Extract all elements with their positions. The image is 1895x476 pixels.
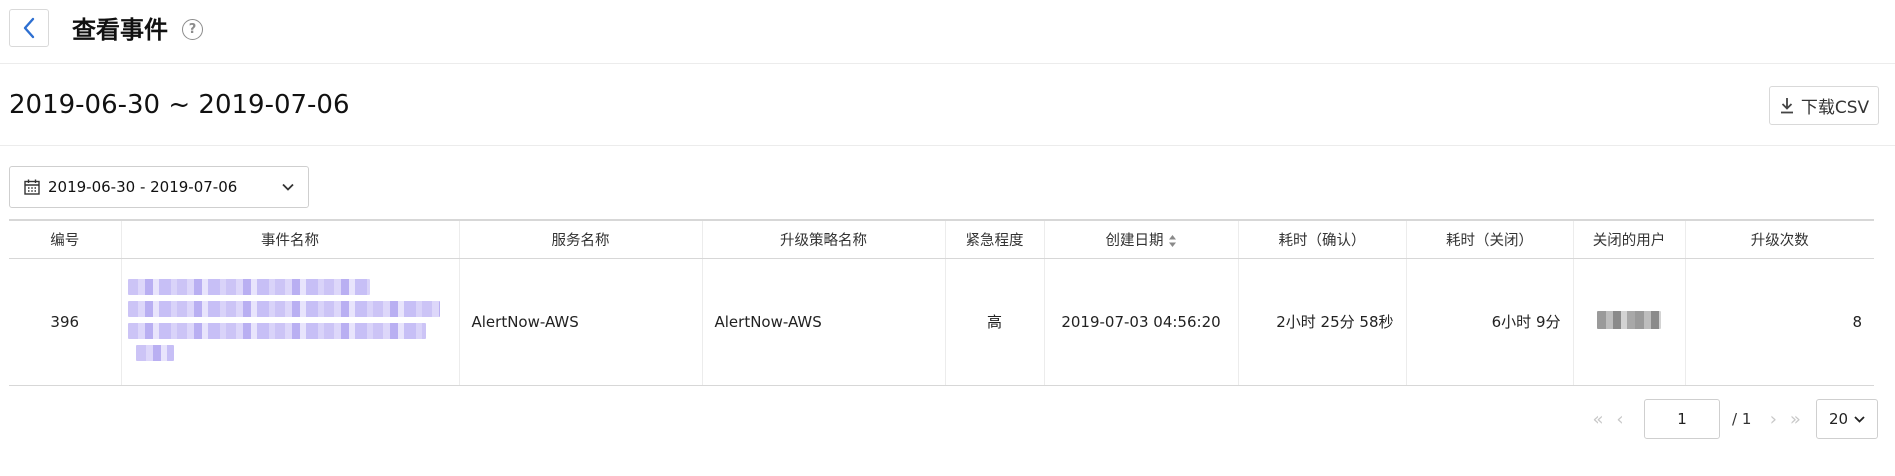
page-size-value: 20 <box>1828 410 1849 428</box>
table-row[interactable]: 396 AlertNow-AWS AlertNow-AWS 高 2019-07-… <box>9 258 1874 386</box>
col-header-created-date[interactable]: 创建日期 <box>1044 219 1239 259</box>
cell-urgency: 高 <box>945 258 1045 386</box>
chevron-left-icon <box>23 17 35 39</box>
escalation-policy-link[interactable]: AlertNow-AWS <box>702 258 946 386</box>
page-number-input[interactable] <box>1644 399 1720 439</box>
col-header-closed-by[interactable]: 关闭的用户 <box>1573 219 1686 259</box>
chevron-down-icon <box>1854 415 1865 423</box>
table-header-row: 编号 事件名称 服务名称 升级策略名称 紧急程度 创建日期 耗时（确认） 耗时（… <box>9 219 1874 259</box>
download-csv-label: 下载CSV <box>1800 98 1870 118</box>
download-csv-button[interactable]: 下载CSV <box>1769 86 1879 125</box>
col-header-created-date-label: 创建日期 <box>1105 232 1164 249</box>
next-page-icon[interactable]: › <box>1765 409 1781 430</box>
redacted-user <box>1597 310 1661 329</box>
cell-event-name[interactable] <box>121 258 460 386</box>
cell-closed-by <box>1573 258 1686 386</box>
redacted-event-name <box>127 279 459 361</box>
col-header-urgency[interactable]: 紧急程度 <box>945 219 1045 259</box>
date-range-picker[interactable]: 2019-06-30 - 2019-07-06 <box>9 166 309 208</box>
range-title: 2019-06-30 ~ 2019-07-06 <box>9 90 350 120</box>
col-header-event-name[interactable]: 事件名称 <box>121 219 460 259</box>
col-header-close-time[interactable]: 耗时（关闭） <box>1406 219 1574 259</box>
download-icon <box>1780 98 1793 114</box>
service-link[interactable]: AlertNow-AWS <box>459 258 703 386</box>
last-page-icon[interactable]: » <box>1787 409 1803 430</box>
cell-ack-time: 2小时 25分 58秒 <box>1238 258 1407 386</box>
prev-page-icon[interactable]: ‹ <box>1612 409 1628 430</box>
cell-close-time: 6小时 9分 <box>1406 258 1574 386</box>
cell-created-date: 2019-07-03 04:56:20 <box>1044 258 1239 386</box>
page-total: / 1 <box>1732 410 1752 428</box>
date-range-value: 2019-06-30 - 2019-07-06 <box>48 178 238 196</box>
page-title: 查看事件 <box>72 16 168 44</box>
first-page-icon[interactable]: « <box>1590 409 1606 430</box>
col-header-ack-time[interactable]: 耗时（确认） <box>1238 219 1407 259</box>
back-button[interactable] <box>9 9 49 47</box>
sort-icon[interactable] <box>1168 234 1177 248</box>
chevron-down-icon <box>282 183 294 191</box>
calendar-icon <box>24 179 40 195</box>
pagination: « ‹ / 1 › » <box>1590 399 1803 439</box>
top-bar: 查看事件 ? <box>0 0 1895 64</box>
col-header-service-name[interactable]: 服务名称 <box>459 219 703 259</box>
col-header-escalation-policy[interactable]: 升级策略名称 <box>702 219 946 259</box>
events-table: 编号 事件名称 服务名称 升级策略名称 紧急程度 创建日期 耗时（确认） 耗时（… <box>9 219 1874 386</box>
col-header-escalation-count[interactable]: 升级次数 <box>1685 219 1874 259</box>
page-size-select[interactable]: 20 <box>1816 399 1878 439</box>
help-icon[interactable]: ? <box>182 19 203 40</box>
cell-id: 396 <box>9 258 122 386</box>
cell-escalation-count: 8 <box>1685 258 1874 386</box>
range-bar: 2019-06-30 ~ 2019-07-06 下载CSV <box>0 64 1895 146</box>
col-header-id[interactable]: 编号 <box>9 219 122 259</box>
